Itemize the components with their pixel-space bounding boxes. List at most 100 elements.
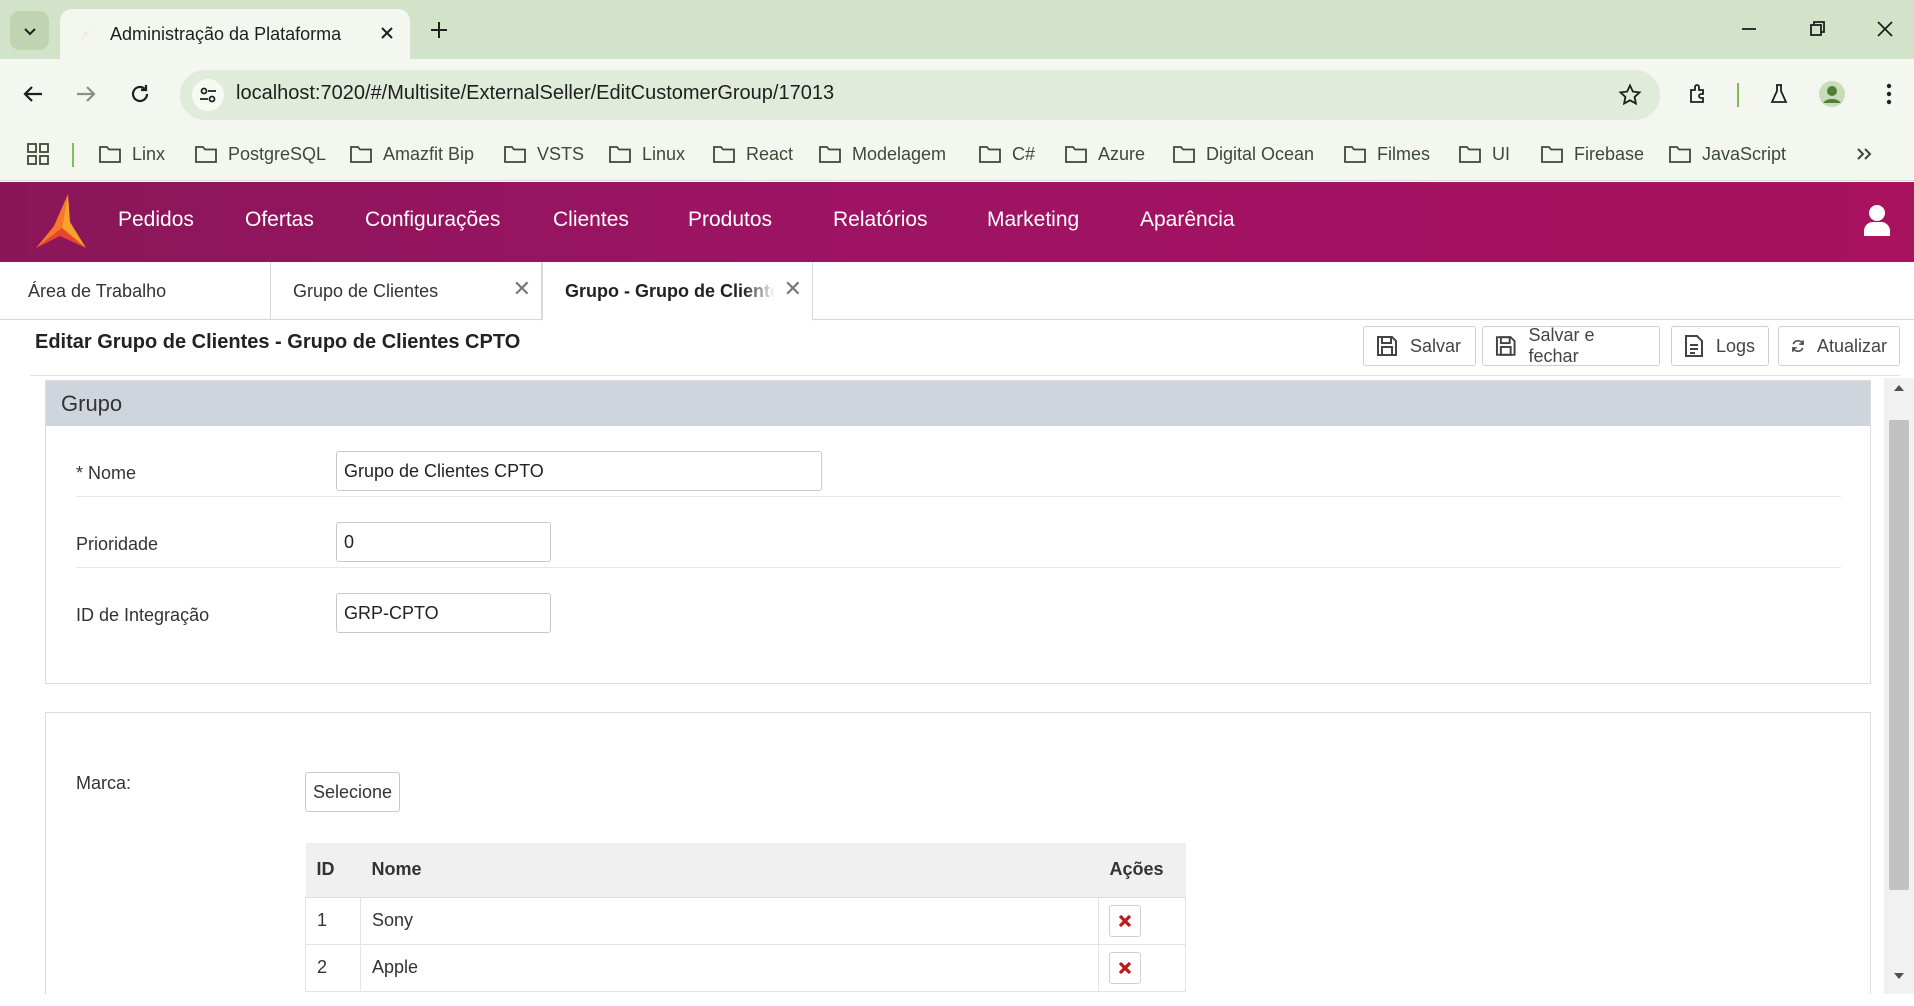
tab-customer-groups[interactable]: Grupo de Clientes ✕ [271,262,542,320]
bookmark-item[interactable]: VSTS [503,139,584,169]
browser-menu-button[interactable] [1873,78,1905,110]
chevron-down-icon [23,27,36,35]
new-tab-icon[interactable] [426,17,452,43]
bookmark-label: Modelagem [852,143,947,164]
nav-menu-item[interactable]: Relatórios [833,208,928,232]
more-bookmarks-icon[interactable] [1854,144,1874,164]
name-field[interactable] [336,451,822,491]
bookmark-item[interactable]: Digital Ocean [1172,139,1314,169]
logs-button[interactable]: Logs [1671,326,1769,366]
labs-button[interactable] [1763,78,1795,110]
scroll-down-arrow-icon[interactable] [1893,972,1905,980]
divider [30,375,1900,376]
nav-menu-item[interactable]: Produtos [688,208,772,232]
bookmark-item[interactable]: Modelagem [818,139,946,169]
integration-id-field[interactable] [336,593,551,633]
name-label: * Nome [76,463,137,483]
bookmark-item[interactable]: Linux [608,139,685,169]
minimize-button[interactable] [1734,14,1764,44]
folder-icon [1669,146,1691,163]
remove-brand-button[interactable] [1109,951,1141,984]
bookmark-item[interactable]: Linx [98,139,165,169]
address-bar[interactable]: localhost:7020/#/Multisite/ExternalSelle… [180,70,1660,120]
vertical-scrollbar[interactable] [1884,378,1914,994]
table-row: 1 Sony [305,897,1186,945]
integration-id-row: ID de Integração [76,568,1841,639]
browser-toolbar: localhost:7020/#/Multisite/ExternalSelle… [0,59,1914,129]
tab-label: Área de Trabalho [28,280,167,301]
browser-tab[interactable]: Administração da Plataforma [60,9,410,59]
bookmark-item[interactable]: JavaScript [1668,139,1786,169]
tab-customer-group-edit[interactable]: Grupo - Grupo de Clientes ✕ [542,262,813,321]
close-tab-icon[interactable]: ✕ [784,276,802,302]
folder-icon [195,146,217,163]
column-header-name: Nome [360,843,1099,898]
bookmark-item[interactable]: Azure [1064,139,1145,169]
bookmark-label: Digital Ocean [1206,143,1315,164]
folder-icon [819,146,841,163]
url-text[interactable]: localhost:7020/#/Multisite/ExternalSelle… [236,82,834,105]
scrollbar-thumb[interactable] [1889,420,1909,890]
bookmark-item[interactable]: UI [1458,139,1510,169]
save-and-close-button[interactable]: Salvar e fechar [1482,325,1660,366]
site-info-button[interactable] [192,79,224,111]
folder-icon [1344,146,1366,163]
nav-menu-item[interactable]: Pedidos [118,208,194,232]
close-window-button[interactable] [1870,14,1900,44]
scroll-up-arrow-icon[interactable] [1893,384,1905,392]
integration-id-label: ID de Integração [76,605,210,625]
extensions-button[interactable] [1683,78,1715,110]
row-actions [1098,897,1186,945]
nav-menu-item[interactable]: Aparência [1140,208,1235,232]
priority-field[interactable] [336,522,551,562]
logs-label: Logs [1716,335,1756,356]
bookmark-item[interactable]: React [712,139,793,169]
table-row: 2 Apple [305,944,1186,992]
bookmark-star-icon[interactable] [1618,83,1642,107]
remove-brand-button[interactable] [1109,904,1141,937]
name-row: * Nome [76,426,1841,497]
back-button[interactable] [17,78,49,110]
save-button[interactable]: Salvar [1363,326,1476,366]
tab-workspace[interactable]: Área de Trabalho [0,262,271,320]
save-label: Salvar [1410,335,1462,356]
nav-menu-item[interactable]: Ofertas [245,208,314,232]
tune-icon [200,87,216,103]
close-tab-icon[interactable] [378,24,396,42]
apps-grid-icon[interactable] [27,143,49,165]
close-tab-icon[interactable]: ✕ [513,276,531,302]
close-icon [1877,21,1893,37]
reload-icon [131,85,149,103]
folder-icon [1459,146,1481,163]
minimize-icon [1742,28,1756,30]
nav-menu-item[interactable]: Clientes [553,208,629,232]
row-id: 2 [305,944,361,992]
bookmark-item[interactable]: PostgreSQL [194,139,326,169]
bookmark-label: Azure [1098,143,1146,164]
forward-button[interactable] [70,78,102,110]
restore-button[interactable] [1802,14,1832,44]
select-brand-button[interactable]: Selecione [305,772,401,812]
nav-menu-item[interactable]: Marketing [987,208,1079,232]
bookmark-label: UI [1492,143,1510,164]
bookmark-item[interactable]: Firebase [1540,139,1644,169]
arrow-right-icon [77,86,96,102]
reload-button[interactable] [124,78,156,110]
restore-icon [1810,21,1825,36]
folder-icon [1173,146,1195,163]
bookmark-item[interactable]: Amazfit Bip [349,139,474,169]
more-vertical-icon [1886,83,1892,105]
bookmark-item[interactable]: Filmes [1343,139,1430,169]
refresh-button[interactable]: Atualizar [1778,326,1900,366]
refresh-label: Atualizar [1816,335,1887,356]
profile-button[interactable] [1816,78,1848,110]
user-icon[interactable] [1864,204,1890,236]
brand-label: Marca: [76,773,132,793]
save-close-label: Salvar e fechar [1528,325,1595,366]
nav-menu-item[interactable]: Configurações [365,208,500,232]
platform-logo-icon[interactable] [32,192,88,252]
tab-search-button[interactable] [10,11,49,50]
bookmark-label: Filmes [1377,143,1430,164]
bookmarks-divider [72,143,74,167]
bookmark-item[interactable]: C# [978,139,1035,169]
